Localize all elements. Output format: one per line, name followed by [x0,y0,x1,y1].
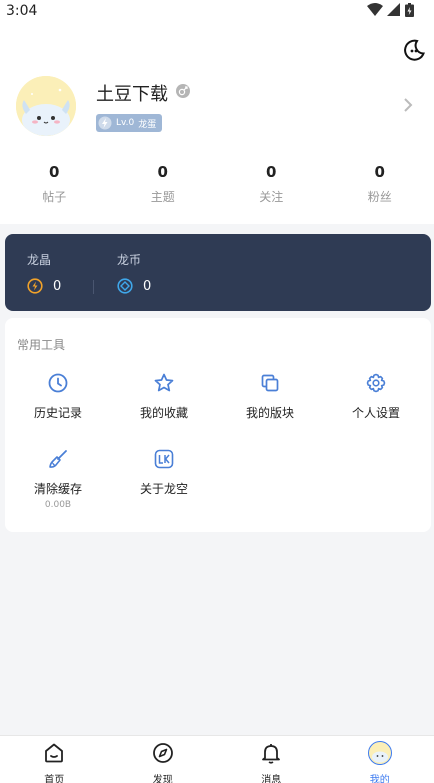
bottom-tab-bar: 首页 发现 消息 我的 [0,735,434,783]
stat-value: 0 [49,163,60,181]
tab-label: 我的 [369,775,390,783]
crystal-icon [27,278,43,294]
tool-clear-cache[interactable]: 清除缓存 0.00B [5,448,111,510]
stat-value: 0 [157,163,168,181]
stat-following[interactable]: 0 关注 [217,162,326,205]
star-icon [154,373,174,392]
coin-label: 龙币 [117,253,142,267]
status-time: 3:04 [6,3,38,19]
wallet-divider [93,280,94,294]
dragon-avatar-icon [16,76,76,136]
status-icons [367,3,414,17]
compass-icon [152,743,173,763]
gear-icon [366,373,386,393]
night-mode-icon[interactable] [402,38,426,62]
signal-icon [387,3,400,16]
tab-label: 消息 [261,775,282,783]
stat-followers[interactable]: 0 粉丝 [326,162,434,205]
profile-header: 土豆下载 Lv.0 龙蛋 0 帖子 0 主题 0 关注 0 粉丝 [0,24,434,224]
wifi-icon [367,3,383,16]
lightning-icon [98,116,112,130]
crystal-label: 龙晶 [27,253,52,267]
level-badge: Lv.0 龙蛋 [96,114,163,132]
tool-history[interactable]: 历史记录 [5,372,111,421]
battery-icon [405,3,414,17]
stat-label: 粉丝 [367,190,392,204]
tool-settings[interactable]: 个人设置 [323,372,429,421]
status-bar: 3:04 [0,0,434,24]
crystal-balance: 0 [27,278,61,294]
avatar-icon [367,741,392,765]
coin-icon [117,278,133,294]
tool-label: 我的收藏 [139,406,188,420]
chevron-right-icon[interactable] [402,98,414,112]
tab-label: 发现 [152,775,173,783]
avatar[interactable] [16,76,76,136]
tool-label: 历史记录 [33,406,82,420]
stat-value: 0 [266,163,277,181]
brush-icon [49,450,67,468]
tool-label: 个人设置 [351,406,400,420]
level-text: Lv.0 [116,118,135,128]
stat-posts[interactable]: 0 帖子 [0,162,109,205]
coin-balance: 0 [117,278,151,294]
stat-label: 帖子 [42,190,67,204]
tab-label: 首页 [44,775,65,783]
tools-title: 常用工具 [17,338,66,352]
gender-unknown-icon [176,84,190,98]
username[interactable]: 土豆下载 [96,80,168,106]
cache-size: 0.00B [44,500,72,510]
copy-icon [261,374,279,392]
tab-discover[interactable]: 发现 [109,736,218,783]
bell-icon [262,744,281,764]
crystal-value: 0 [53,278,62,294]
level-title: 龙蛋 [138,119,157,130]
tool-label: 关于龙空 [139,482,188,496]
tab-mine[interactable]: 我的 [326,736,434,783]
tab-messages[interactable]: 消息 [217,736,326,783]
tool-label: 清除缓存 [33,482,82,496]
wallet-card[interactable]: 龙晶 0 龙币 0 [5,234,431,311]
tool-about[interactable]: 关于龙空 [111,448,217,497]
tool-label: 我的版块 [245,406,294,420]
tab-home[interactable]: 首页 [0,736,109,783]
home-icon [45,743,64,763]
coin-value: 0 [143,278,152,294]
stats-row: 0 帖子 0 主题 0 关注 0 粉丝 [0,162,434,205]
tool-favorites[interactable]: 我的收藏 [111,372,217,421]
lk-logo-icon [154,449,174,469]
stat-label: 主题 [150,190,175,204]
stat-topics[interactable]: 0 主题 [109,162,218,205]
clock-icon [48,373,68,393]
tools-card: 常用工具 历史记录 我的收藏 我的版块 个人设置 清除缓存 0.00B 关于龙空 [5,318,431,532]
stat-label: 关注 [259,190,284,204]
stat-value: 0 [374,163,385,181]
tool-my-boards[interactable]: 我的版块 [217,372,323,421]
